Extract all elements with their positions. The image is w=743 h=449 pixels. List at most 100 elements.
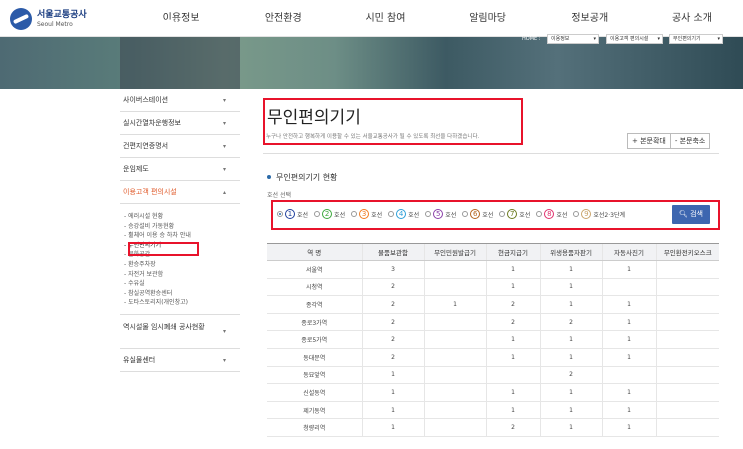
line-radio-1[interactable] <box>277 211 283 217</box>
sidebar-item-closure[interactable]: 역시설물 임시폐쇄 공사현황 ▾ <box>120 315 240 349</box>
table-cell: 1 <box>601 383 656 402</box>
nav-safety[interactable]: 안전환경 <box>232 0 334 37</box>
line-radio-7[interactable] <box>499 211 506 217</box>
nav-notice[interactable]: 알림마당 <box>437 0 539 37</box>
line-option-3[interactable]: 3 호선 <box>351 209 382 219</box>
sidebar-sub-list: - 에러시설 현황 - 승강설비 가동현황 - 휠체어 이용 승 하차 안내 -… <box>120 204 240 315</box>
table-cell <box>655 418 719 437</box>
sub-item-wheelchair[interactable]: - 휠체어 이용 승 하차 안내 <box>124 231 240 241</box>
table-header-cell: 위생용품자판기 <box>539 243 602 261</box>
chevron-down-icon: ▾ <box>222 356 226 364</box>
line-option-1[interactable]: 1 호선 <box>277 209 308 219</box>
line-radio-4[interactable] <box>388 211 395 217</box>
table-cell: 1 <box>485 348 540 367</box>
sidebar-item-facilities[interactable]: 이용고객 편의시설 ▴ <box>120 181 240 204</box>
table-cell <box>601 366 656 385</box>
chevron-down-icon: ▾ <box>222 143 226 150</box>
line-radio-6[interactable] <box>462 211 469 217</box>
table-row: 신설동역 1 1 1 1 <box>267 383 719 402</box>
breadcrumb-select-3[interactable]: 무인편의기기 <box>669 34 723 44</box>
search-icon: 🔍︎ <box>678 210 688 218</box>
nav-citizen[interactable]: 시민 참여 <box>334 0 436 37</box>
sub-item-storage[interactable]: - 도타스토리지(개인창고) <box>124 298 240 308</box>
table-row: 시청역 2 1 1 <box>267 278 719 297</box>
station-name-cell: 동대문역 <box>267 348 362 367</box>
chevron-down-icon: ▾ <box>222 327 226 335</box>
table-header-cell: 현금지급기 <box>485 243 540 261</box>
line-radio-5[interactable] <box>425 211 432 217</box>
table-cell: 3 <box>361 260 424 279</box>
chevron-down-icon: ▾ <box>222 97 226 104</box>
line-option-7[interactable]: 7 호선 <box>499 209 530 219</box>
breadcrumb-home[interactable]: HOME : <box>522 34 540 44</box>
table-cell: 1 <box>539 330 602 349</box>
table-cell: 1 <box>601 330 656 349</box>
divider <box>263 153 719 154</box>
line-radio-2[interactable] <box>314 211 321 217</box>
sub-item-elevator[interactable]: - 에러시설 현황 <box>124 212 240 222</box>
nav-about[interactable]: 공사 소개 <box>641 0 743 37</box>
line-radio-group: 1 호선 2 호선 3 호선 4 호선 5 호선 6 호선 7 호선 8 호선 9 호선2·3단계 <box>277 209 631 219</box>
line-select-label: 호선 선택 <box>267 192 291 199</box>
table-header-cell: 역 명 <box>267 243 362 261</box>
table-header-cell: 물품보관함 <box>361 243 424 261</box>
table-cell: 1 <box>539 278 602 297</box>
table-cell <box>655 348 719 367</box>
line-option-9[interactable]: 9 호선2·3단계 <box>573 209 625 219</box>
table-cell: 1 <box>601 401 656 420</box>
table-header-cell: 무인환전키오스크 <box>655 243 719 261</box>
zoom-out-button[interactable]: - 본문축소 <box>670 133 711 149</box>
sidebar-item-lost-found[interactable]: 유실물센터 ▾ <box>120 349 240 372</box>
line-option-4[interactable]: 4 호선 <box>388 209 419 219</box>
line-radio-9[interactable] <box>573 211 580 217</box>
table-row: 종로3가역 2 2 2 1 <box>267 313 719 332</box>
breadcrumb-select-1[interactable]: 이용정보 <box>547 34 599 44</box>
seoul-metro-logo[interactable]: 서울교통공사 Seoul Metro <box>10 8 87 30</box>
table-body: 서울역 3 1 1 1 시청역 2 1 1 종각역 2 1 2 1 1 종로3가역 2 2 2 1 종로5가역 2 1 1 1 동… <box>267 260 719 437</box>
table-cell <box>423 260 486 279</box>
line-number-badge: 4 <box>396 209 407 219</box>
logo-name-ko: 서울교통공사 <box>37 9 87 20</box>
table-cell: 1 <box>485 260 540 279</box>
line-number-badge: 3 <box>359 209 370 219</box>
table-cell: 1 <box>423 295 486 314</box>
table-row: 종로5가역 2 1 1 1 <box>267 330 719 349</box>
chevron-down-icon: ▾ <box>222 120 226 127</box>
line-radio-3[interactable] <box>351 211 358 217</box>
line-number-badge: 2 <box>322 209 333 219</box>
line-option-5[interactable]: 5 호선 <box>425 209 456 219</box>
sub-item-transfer[interactable]: - 참실공역환승센터 <box>124 289 240 299</box>
line-number-badge: 9 <box>581 209 592 219</box>
sidebar: 사이버스테이션 ▾ 실시간열차운행정보 ▾ 건편지연증명서 ▾ 운임제도 ▾ 이용고객 … <box>120 89 240 372</box>
line-option-2[interactable]: 2 호선 <box>314 209 345 219</box>
breadcrumb-select-2[interactable]: 이용고객 편의시설 <box>606 34 663 44</box>
sub-item-nursing[interactable]: - 수유실 <box>124 279 240 289</box>
table-cell: 2 <box>539 313 602 332</box>
zoom-in-button[interactable]: + 본문확대 <box>627 133 671 149</box>
sub-item-bike[interactable]: - 자전거 보관함 <box>124 270 240 280</box>
table-cell: 1 <box>539 401 602 420</box>
line-option-label: 호선 <box>334 211 346 219</box>
table-cell <box>423 313 486 332</box>
table-cell <box>423 418 486 437</box>
table-cell <box>423 383 486 402</box>
table-cell: 1 <box>601 260 656 279</box>
sub-item-lift-status[interactable]: - 승강설비 가동현황 <box>124 222 240 232</box>
nav-disclosure[interactable]: 정보공개 <box>539 0 641 37</box>
table-cell: 2 <box>361 330 424 349</box>
table-cell: 2 <box>485 418 540 437</box>
line-radio-8[interactable] <box>536 211 543 217</box>
line-option-6[interactable]: 6 호선 <box>462 209 493 219</box>
sub-item-parking[interactable]: - 환승주차장 <box>124 260 240 270</box>
sidebar-item-realtime[interactable]: 실시간열차운행정보 ▾ <box>120 112 240 135</box>
line-number-badge: 5 <box>433 209 444 219</box>
sidebar-item-cyberstation[interactable]: 사이버스테이션 ▾ <box>120 89 240 112</box>
table-cell <box>423 401 486 420</box>
station-name-cell: 제기동역 <box>267 401 362 420</box>
search-button[interactable]: 🔍︎ 검색 <box>672 205 710 224</box>
table-cell: 1 <box>601 418 656 437</box>
sidebar-item-fare[interactable]: 운임제도 ▾ <box>120 158 240 181</box>
sidebar-item-delay-cert[interactable]: 건편지연증명서 ▾ <box>120 135 240 158</box>
table-cell: 1 <box>361 401 424 420</box>
line-option-8[interactable]: 8 호선 <box>536 209 567 219</box>
